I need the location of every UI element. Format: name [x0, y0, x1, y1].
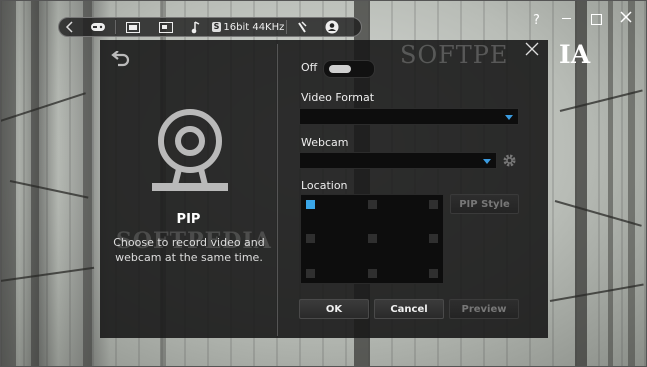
pip-toggle[interactable] — [323, 60, 375, 78]
webcam-select[interactable] — [299, 152, 497, 169]
location-cell-center[interactable] — [368, 234, 377, 243]
location-cell-middle-right[interactable] — [429, 234, 438, 243]
video-format-label: Video Format — [301, 91, 375, 104]
audio-quality[interactable]: S 16bit 44KHz — [210, 18, 286, 36]
chevron-down-icon — [483, 159, 491, 164]
music-note-icon[interactable] — [182, 18, 210, 36]
pip-toggle-label: Off — [301, 61, 318, 74]
location-cell-bottom-right[interactable] — [429, 269, 438, 278]
close-window-icon[interactable] — [620, 11, 632, 27]
location-cell-bottom-left[interactable] — [306, 269, 315, 278]
webcam-label: Webcam — [301, 136, 349, 149]
pip-style-button[interactable]: PIP Style — [450, 194, 519, 214]
back-arrow-icon[interactable] — [59, 18, 81, 36]
gamepad-icon[interactable] — [81, 18, 115, 36]
back-icon[interactable] — [110, 50, 130, 73]
preview-button[interactable]: Preview — [449, 299, 519, 319]
minimize-button[interactable] — [562, 18, 571, 19]
tree-trunk — [628, 0, 635, 367]
location-cell-bottom-center[interactable] — [368, 269, 377, 278]
fullscreen-icon[interactable] — [116, 18, 150, 36]
chevron-down-icon — [505, 115, 513, 120]
tree-trunk — [83, 0, 92, 367]
location-label: Location — [301, 179, 348, 192]
location-cell-middle-left[interactable] — [306, 234, 315, 243]
location-cell-top-left[interactable] — [306, 200, 315, 209]
help-button[interactable]: ? — [533, 13, 540, 28]
audio-quality-label: 16bit 44KHz — [223, 21, 285, 33]
user-icon[interactable] — [317, 18, 347, 36]
tree-trunk — [31, 0, 39, 367]
close-panel-icon[interactable] — [525, 42, 539, 60]
toggle-knob — [329, 65, 351, 73]
watermark-ia: IA — [559, 40, 591, 69]
ok-button[interactable]: OK — [299, 299, 369, 319]
window-icon[interactable] — [150, 18, 182, 36]
tree-trunk — [0, 0, 16, 367]
maximize-button[interactable] — [591, 14, 602, 25]
pip-title: PIP — [176, 212, 201, 227]
panel-divider — [277, 44, 278, 336]
webcam-icon — [150, 103, 230, 199]
watermark-text: SOFTPE — [400, 41, 509, 69]
tree-trunk — [608, 0, 613, 367]
cancel-button[interactable]: Cancel — [374, 299, 444, 319]
video-format-select[interactable] — [299, 108, 519, 125]
recording-toolbar: S 16bit 44KHz — [58, 17, 362, 37]
location-cell-top-center[interactable] — [368, 200, 377, 209]
location-grid — [300, 194, 444, 284]
audio-badge: S — [211, 22, 222, 32]
microphone-icon[interactable] — [287, 18, 317, 36]
pip-description: Choose to record video and webcam at the… — [113, 236, 265, 264]
location-cell-top-right[interactable] — [429, 200, 438, 209]
gear-icon[interactable] — [502, 153, 517, 172]
